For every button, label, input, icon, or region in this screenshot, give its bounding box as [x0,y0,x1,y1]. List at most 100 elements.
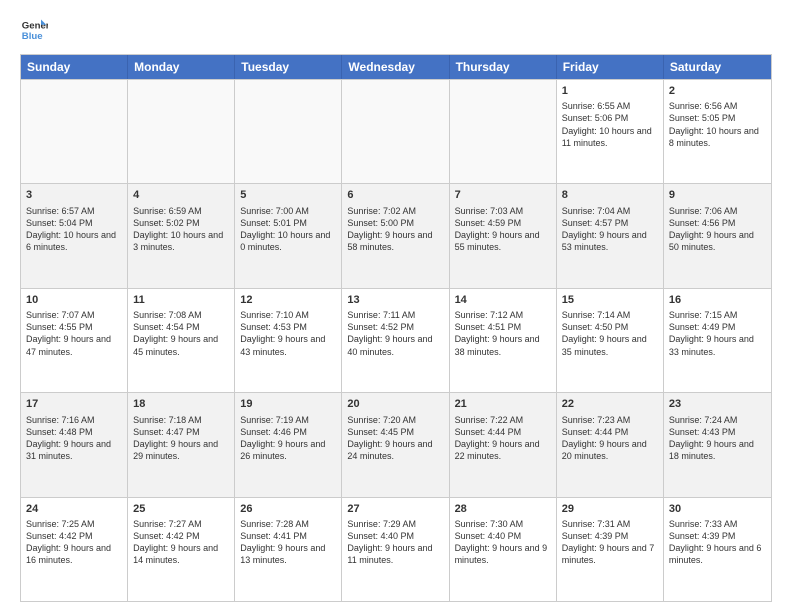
day-info: Sunrise: 7:07 AM Sunset: 4:55 PM Dayligh… [26,309,122,358]
day-cell-7: 7 Sunrise: 7:03 AM Sunset: 4:59 PM Daylig… [450,184,557,287]
day-info: Sunrise: 7:22 AM Sunset: 4:44 PM Dayligh… [455,414,551,463]
day-number: 14 [455,293,551,307]
day-number: 23 [669,397,766,411]
day-cell-29: 29Sunrise: 7:31 AM Sunset: 4:39 PM Dayli… [557,498,664,601]
day-cell-22: 22 Sunrise: 7:23 AM Sunset: 4:44 PM Dayli… [557,393,664,496]
calendar-header: SundayMondayTuesdayWednesdayThursdayFrid… [21,55,771,79]
day-info: Sunrise: 7:29 AM Sunset: 4:40 PM Dayligh… [347,518,443,567]
day-header-sunday: Sunday [21,55,128,79]
day-info: Sunrise: 7:08 AM Sunset: 4:54 PM Dayligh… [133,309,229,358]
day-number: 12 [240,293,336,307]
day-cell-11: 11 Sunrise: 7:08 AM Sunset: 4:54 PM Dayli… [128,289,235,392]
day-number: 5 [240,188,336,202]
calendar-row-2: 3 Sunrise: 6:57 AM Sunset: 5:04 PM Daylig… [21,183,771,287]
day-cell-6: 6 Sunrise: 7:02 AM Sunset: 5:00 PM Daylig… [342,184,449,287]
day-cell-28: 28 Sunrise: 7:30 AM Sunset: 4:40 PM Dayli… [450,498,557,601]
day-cell-20: 20 Sunrise: 7:20 AM Sunset: 4:45 PM Dayli… [342,393,449,496]
day-info: Sunrise: 7:10 AM Sunset: 4:53 PM Dayligh… [240,309,336,358]
day-info: Sunrise: 7:24 AM Sunset: 4:43 PM Dayligh… [669,414,766,463]
empty-cell-r0c1 [128,80,235,183]
empty-cell-r0c0 [21,80,128,183]
day-info: Sunrise: 7:28 AM Sunset: 4:41 PM Dayligh… [240,518,336,567]
day-cell-30: 30Sunrise: 7:33 AM Sunset: 4:39 PM Dayli… [664,498,771,601]
day-number: 29 [562,502,658,516]
day-number: 30 [669,502,766,516]
day-header-monday: Monday [128,55,235,79]
day-cell-5: 5Sunrise: 7:00 AM Sunset: 5:01 PM Daylig… [235,184,342,287]
day-number: 2 [669,84,766,98]
header: General Blue [20,16,772,44]
day-cell-4: 4 Sunrise: 6:59 AM Sunset: 5:02 PM Daylig… [128,184,235,287]
day-number: 20 [347,397,443,411]
day-number: 22 [562,397,658,411]
day-info: Sunrise: 6:56 AM Sunset: 5:05 PM Dayligh… [669,100,766,149]
day-cell-10: 10 Sunrise: 7:07 AM Sunset: 4:55 PM Dayli… [21,289,128,392]
day-info: Sunrise: 7:03 AM Sunset: 4:59 PM Dayligh… [455,205,551,254]
day-number: 1 [562,84,658,98]
day-number: 7 [455,188,551,202]
day-cell-24: 24Sunrise: 7:25 AM Sunset: 4:42 PM Dayli… [21,498,128,601]
day-number: 11 [133,293,229,307]
day-number: 18 [133,397,229,411]
day-cell-13: 13Sunrise: 7:11 AM Sunset: 4:52 PM Dayli… [342,289,449,392]
day-info: Sunrise: 7:25 AM Sunset: 4:42 PM Dayligh… [26,518,122,567]
day-info: Sunrise: 7:27 AM Sunset: 4:42 PM Dayligh… [133,518,229,567]
day-number: 28 [455,502,551,516]
day-info: Sunrise: 6:59 AM Sunset: 5:02 PM Dayligh… [133,205,229,254]
day-info: Sunrise: 7:06 AM Sunset: 4:56 PM Dayligh… [669,205,766,254]
svg-text:General: General [22,20,48,31]
day-cell-17: 17 Sunrise: 7:16 AM Sunset: 4:48 PM Dayli… [21,393,128,496]
day-info: Sunrise: 6:57 AM Sunset: 5:04 PM Dayligh… [26,205,122,254]
day-number: 3 [26,188,122,202]
day-info: Sunrise: 6:55 AM Sunset: 5:06 PM Dayligh… [562,100,658,149]
day-number: 9 [669,188,766,202]
empty-cell-r0c2 [235,80,342,183]
day-cell-15: 15 Sunrise: 7:14 AM Sunset: 4:50 PM Dayli… [557,289,664,392]
empty-cell-r0c3 [342,80,449,183]
day-info: Sunrise: 7:20 AM Sunset: 4:45 PM Dayligh… [347,414,443,463]
logo-icon: General Blue [20,16,48,44]
day-info: Sunrise: 7:19 AM Sunset: 4:46 PM Dayligh… [240,414,336,463]
day-cell-16: 16Sunrise: 7:15 AM Sunset: 4:49 PM Dayli… [664,289,771,392]
day-header-wednesday: Wednesday [342,55,449,79]
calendar-body: 1 Sunrise: 6:55 AM Sunset: 5:06 PM Daylig… [21,79,771,601]
day-cell-2: 2 Sunrise: 6:56 AM Sunset: 5:05 PM Daylig… [664,80,771,183]
day-number: 6 [347,188,443,202]
day-cell-23: 23 Sunrise: 7:24 AM Sunset: 4:43 PM Dayli… [664,393,771,496]
day-cell-27: 27 Sunrise: 7:29 AM Sunset: 4:40 PM Dayli… [342,498,449,601]
day-cell-19: 19 Sunrise: 7:19 AM Sunset: 4:46 PM Dayli… [235,393,342,496]
day-number: 27 [347,502,443,516]
calendar-row-3: 10 Sunrise: 7:07 AM Sunset: 4:55 PM Dayli… [21,288,771,392]
day-info: Sunrise: 7:14 AM Sunset: 4:50 PM Dayligh… [562,309,658,358]
day-number: 8 [562,188,658,202]
day-number: 17 [26,397,122,411]
day-number: 13 [347,293,443,307]
calendar-row-4: 17 Sunrise: 7:16 AM Sunset: 4:48 PM Dayli… [21,392,771,496]
page: General Blue SundayMondayTuesdayWednesda… [0,0,792,612]
day-cell-9: 9 Sunrise: 7:06 AM Sunset: 4:56 PM Daylig… [664,184,771,287]
day-number: 4 [133,188,229,202]
day-info: Sunrise: 7:02 AM Sunset: 5:00 PM Dayligh… [347,205,443,254]
day-number: 19 [240,397,336,411]
day-number: 15 [562,293,658,307]
day-header-tuesday: Tuesday [235,55,342,79]
day-info: Sunrise: 7:18 AM Sunset: 4:47 PM Dayligh… [133,414,229,463]
day-info: Sunrise: 7:23 AM Sunset: 4:44 PM Dayligh… [562,414,658,463]
day-info: Sunrise: 7:04 AM Sunset: 4:57 PM Dayligh… [562,205,658,254]
day-cell-12: 12 Sunrise: 7:10 AM Sunset: 4:53 PM Dayli… [235,289,342,392]
day-cell-21: 21 Sunrise: 7:22 AM Sunset: 4:44 PM Dayli… [450,393,557,496]
day-info: Sunrise: 7:12 AM Sunset: 4:51 PM Dayligh… [455,309,551,358]
calendar-row-5: 24Sunrise: 7:25 AM Sunset: 4:42 PM Dayli… [21,497,771,601]
day-number: 21 [455,397,551,411]
day-cell-25: 25 Sunrise: 7:27 AM Sunset: 4:42 PM Dayli… [128,498,235,601]
day-number: 16 [669,293,766,307]
day-number: 10 [26,293,122,307]
day-number: 25 [133,502,229,516]
calendar-row-1: 1 Sunrise: 6:55 AM Sunset: 5:06 PM Daylig… [21,79,771,183]
day-header-saturday: Saturday [664,55,771,79]
day-cell-18: 18 Sunrise: 7:18 AM Sunset: 4:47 PM Dayli… [128,393,235,496]
day-info: Sunrise: 7:16 AM Sunset: 4:48 PM Dayligh… [26,414,122,463]
day-info: Sunrise: 7:30 AM Sunset: 4:40 PM Dayligh… [455,518,551,567]
day-cell-14: 14 Sunrise: 7:12 AM Sunset: 4:51 PM Dayli… [450,289,557,392]
svg-text:Blue: Blue [22,31,43,42]
